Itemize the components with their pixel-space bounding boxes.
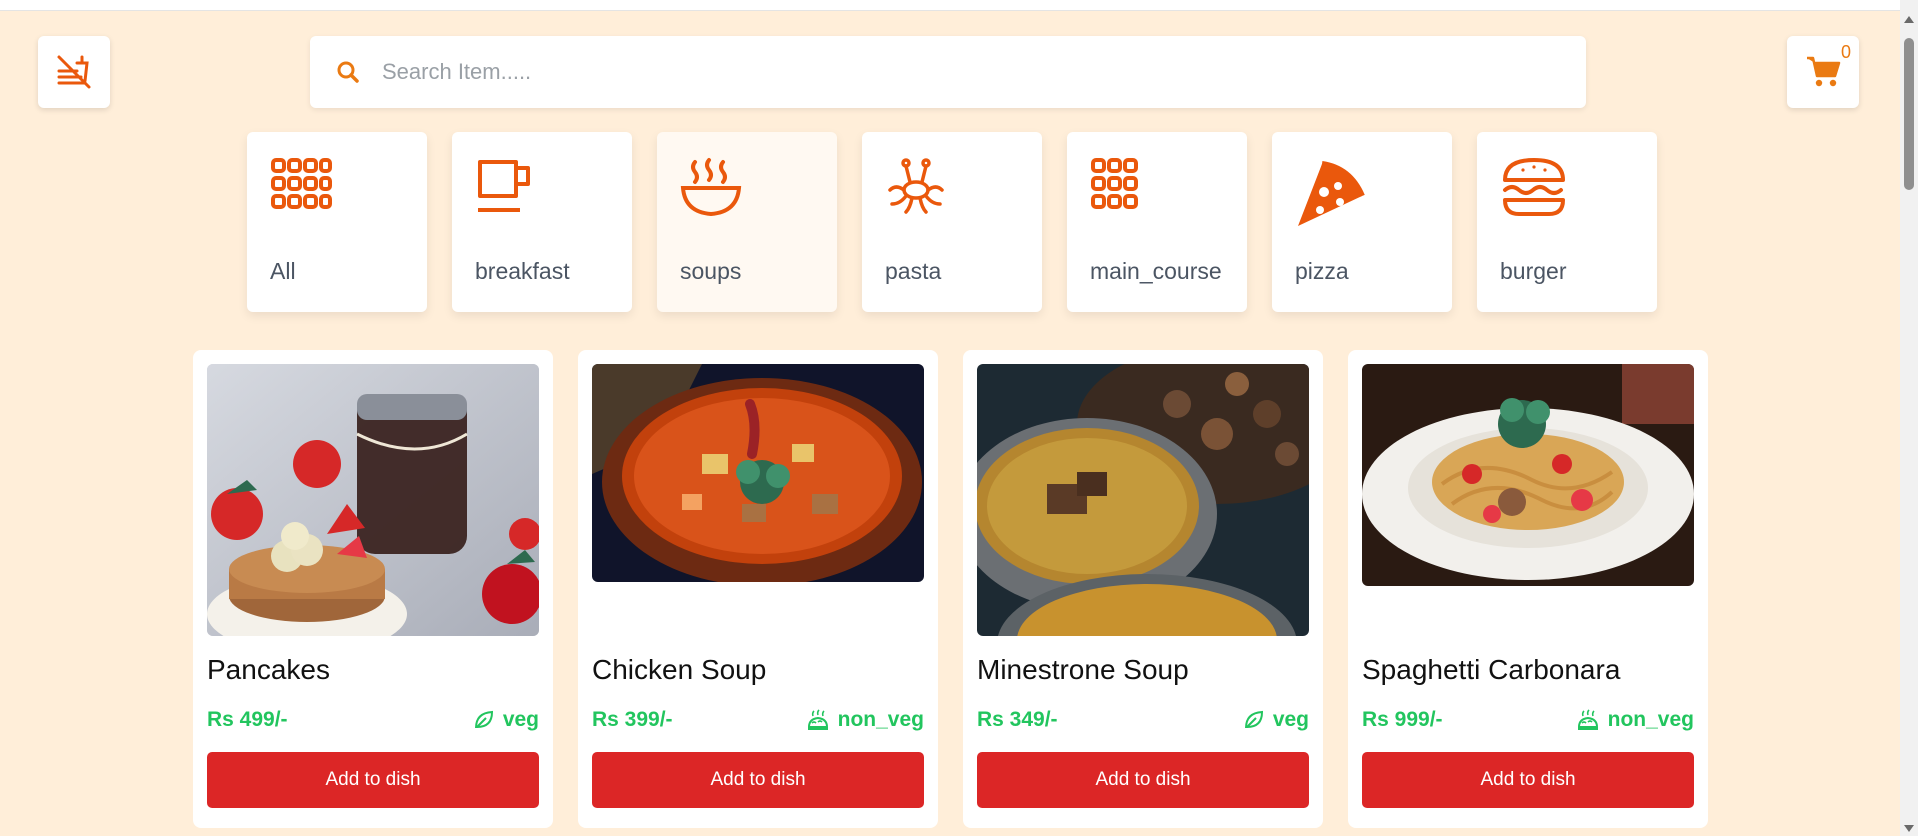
soup-bowl-icon	[680, 158, 742, 217]
add-to-dish-button[interactable]: Add to dish	[592, 752, 924, 808]
category-soups[interactable]: soups	[657, 132, 837, 312]
category-main-course[interactable]: main_course	[1067, 132, 1247, 312]
item-name: Pancakes	[207, 654, 330, 685]
menu-item-card: Chicken Soup Rs 399/- non_veg Add to dis…	[578, 350, 938, 828]
search-input[interactable]	[380, 58, 1484, 86]
category-label: breakfast	[475, 258, 570, 284]
item-type-label: veg	[502, 708, 539, 731]
item-type: non_veg	[1576, 708, 1694, 732]
search-icon	[337, 61, 359, 83]
item-name: Chicken Soup	[592, 654, 767, 685]
leaf-icon	[474, 710, 493, 729]
category-label: burger	[1500, 258, 1567, 284]
no-fast-food-icon	[57, 55, 91, 89]
scroll-up-arrow-icon[interactable]	[1904, 16, 1914, 23]
browser-top-edge	[0, 0, 1900, 11]
category-label: main_course	[1090, 258, 1222, 284]
logo-button[interactable]	[38, 36, 110, 108]
search-bar	[310, 36, 1586, 108]
item-type: non_veg	[806, 708, 924, 732]
drumstick-icon	[807, 709, 828, 730]
add-to-dish-button[interactable]: Add to dish	[1362, 752, 1694, 808]
category-label: pasta	[885, 258, 942, 284]
item-type: veg	[473, 708, 539, 732]
scrollbar-thumb[interactable]	[1904, 38, 1914, 190]
item-type-label: veg	[1272, 708, 1309, 731]
category-breakfast[interactable]: breakfast	[452, 132, 632, 312]
menu-item-card: Spaghetti Carbonara Rs 999/- non_veg Add…	[1348, 350, 1708, 828]
page-scrollbar[interactable]	[1900, 0, 1918, 836]
grid-icon	[271, 158, 332, 209]
shopping-cart-icon	[1807, 56, 1841, 87]
category-pasta[interactable]: pasta	[862, 132, 1042, 312]
burger-icon	[1503, 158, 1565, 216]
menu-item-card: Pancakes Rs 499/- veg Add to dish	[193, 350, 553, 828]
category-all[interactable]: All	[247, 132, 427, 312]
item-name: Minestrone Soup	[977, 654, 1189, 685]
pizza-slice-icon	[1298, 161, 1365, 226]
item-price: Rs 499/-	[207, 708, 288, 731]
item-type-label: non_veg	[837, 708, 924, 731]
pasta-monster-icon	[888, 158, 944, 214]
item-price: Rs 349/-	[977, 708, 1058, 731]
chicken-soup-photo	[592, 364, 924, 582]
add-to-dish-button[interactable]: Add to dish	[207, 752, 539, 808]
category-label: pizza	[1295, 258, 1349, 284]
category-pizza[interactable]: pizza	[1272, 132, 1452, 312]
minestrone-soup-photo	[977, 364, 1309, 636]
menu-item-card: Minestrone Soup Rs 349/- veg Add to dish	[963, 350, 1323, 828]
item-type-label: non_veg	[1607, 708, 1694, 731]
category-label: All	[270, 258, 296, 284]
item-price: Rs 999/-	[1362, 708, 1443, 731]
add-to-dish-button[interactable]: Add to dish	[977, 752, 1309, 808]
item-price: Rs 399/-	[592, 708, 673, 731]
grid-icon	[1091, 158, 1138, 209]
scroll-down-arrow-icon[interactable]	[1904, 825, 1914, 832]
coffee-cup-icon	[478, 160, 530, 212]
spaghetti-carbonara-photo	[1362, 364, 1694, 586]
item-type: veg	[1243, 708, 1309, 732]
drumstick-icon	[1577, 709, 1598, 730]
category-burger[interactable]: burger	[1477, 132, 1657, 312]
cart-count-badge: 0	[1840, 42, 1851, 62]
leaf-icon	[1244, 710, 1263, 729]
item-name: Spaghetti Carbonara	[1362, 654, 1621, 685]
cart-button[interactable]: 0	[1787, 36, 1859, 108]
category-label: soups	[680, 258, 742, 284]
pancakes-photo	[207, 364, 539, 636]
